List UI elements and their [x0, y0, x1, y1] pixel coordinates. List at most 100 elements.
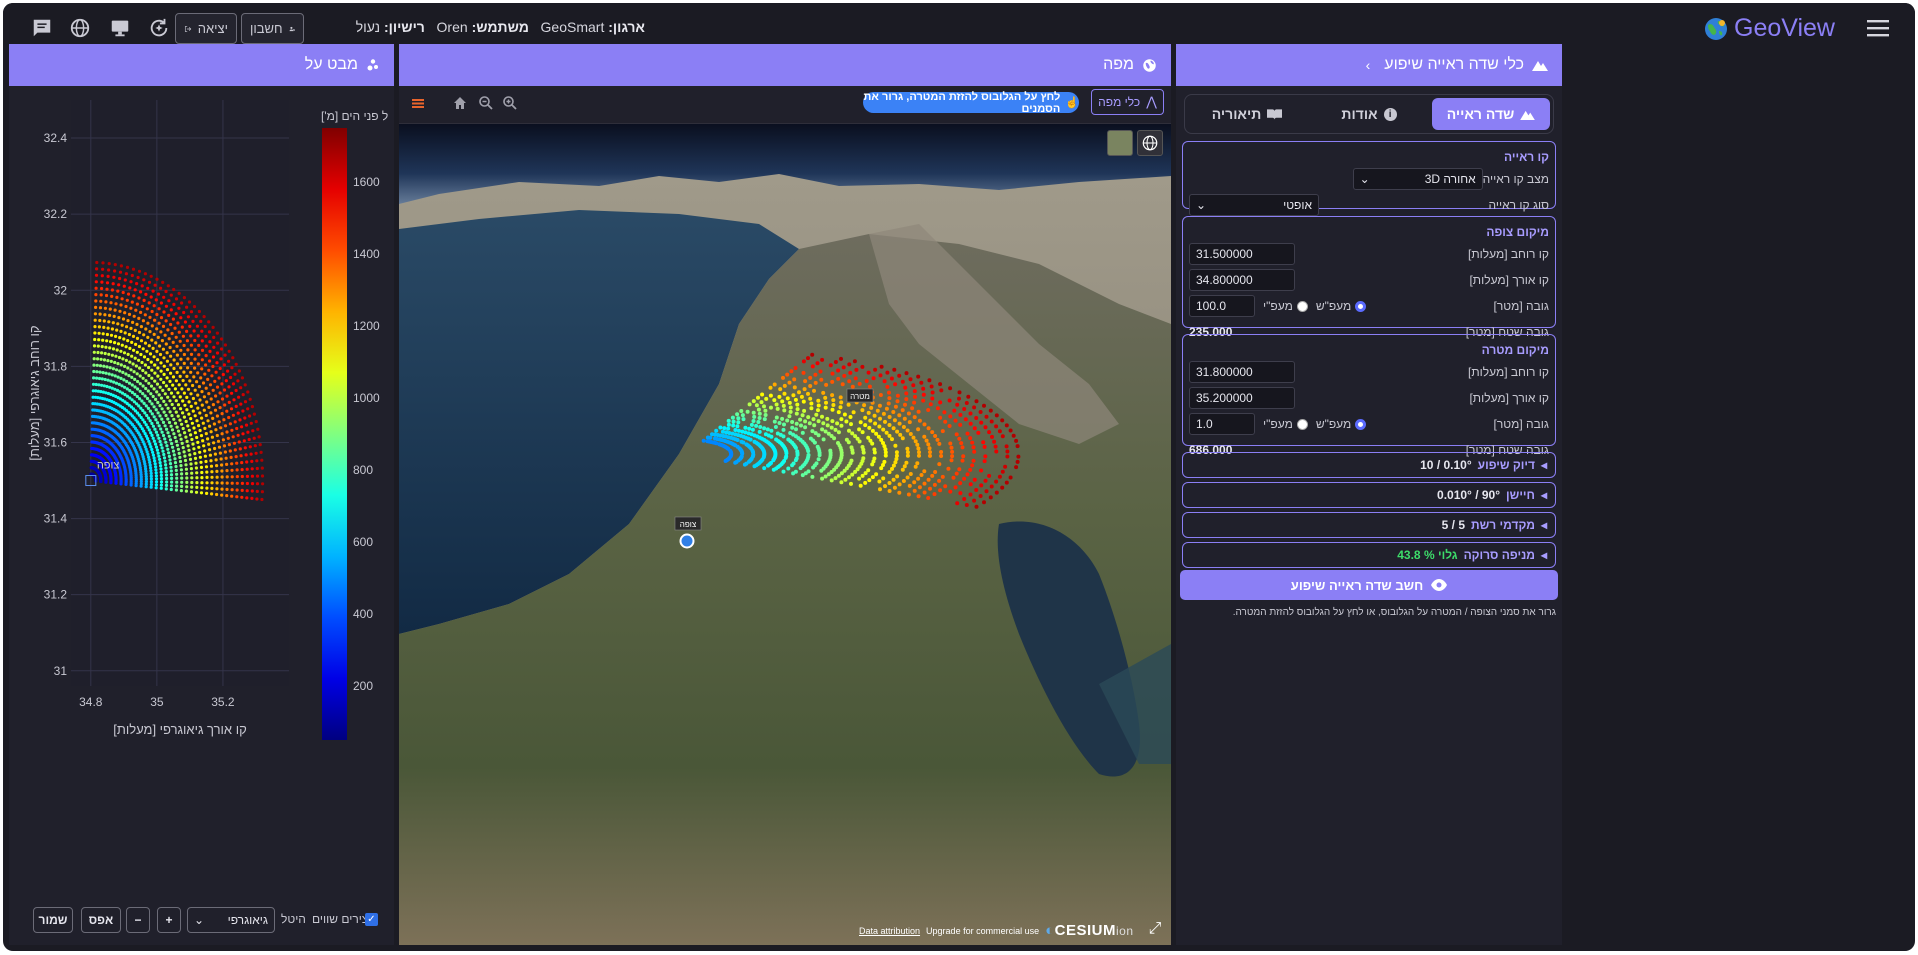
zoom-in-icon[interactable] — [502, 95, 518, 111]
language-globe-icon[interactable] — [67, 16, 93, 40]
projection-select[interactable]: ⌄ גיאוגרפי — [187, 907, 275, 933]
grid-collapsible[interactable]: ◂ מקדמי רשת 5 / 5 — [1182, 512, 1556, 538]
home-icon[interactable] — [452, 95, 468, 111]
observer-msl-radio[interactable]: מעפ"ש — [1316, 299, 1366, 313]
accuracy-collapsible[interactable]: ◂ דיוק שיפוע 0.10° / 10 — [1182, 452, 1556, 478]
scene-mode-globe-icon[interactable] — [1137, 130, 1163, 156]
viewshed-point — [938, 488, 942, 492]
zoom-out-button[interactable]: − — [126, 907, 150, 933]
cesium-logo[interactable]: ◐CESIUMion — [1045, 922, 1133, 939]
target-lat-input[interactable]: 31.800000 — [1189, 361, 1295, 383]
chevron-left-icon[interactable]: › — [1366, 57, 1371, 73]
observer-height-input[interactable]: 100.0 — [1189, 295, 1255, 317]
scatter-point — [160, 301, 163, 304]
observer-section: מיקום צופה קו רוחב [מעלות] 31.500000 קו … — [1182, 216, 1556, 328]
colorbar-title: ל פני הים [מ'] — [321, 109, 388, 123]
viewshed-point — [817, 433, 821, 437]
data-attribution-link[interactable]: Data attribution — [859, 926, 920, 936]
scatter-point — [207, 392, 210, 395]
los-section: קו ראייה מצב קו ראייה אחורה 3D ⌄ סוג קו … — [1182, 141, 1556, 209]
zoom-in-button[interactable]: + — [157, 907, 181, 933]
account-button[interactable]: חשבון — [241, 13, 304, 44]
scatter-point — [95, 287, 98, 290]
refresh-icon[interactable] — [146, 16, 172, 40]
scatter-point — [175, 469, 178, 472]
logout-button[interactable]: יציאה — [175, 13, 237, 44]
scatter-point — [135, 364, 138, 367]
viewshed-point — [891, 410, 895, 414]
viewshed-point — [775, 403, 779, 407]
scatter-point — [160, 487, 163, 490]
scan-collapsible[interactable]: ◂ מניפה סרוקה גלוי % 43.8 — [1182, 542, 1556, 568]
scatter-point — [172, 432, 175, 435]
imagery-picker-icon[interactable] — [1107, 130, 1133, 156]
scatter-point — [111, 354, 114, 357]
scatter-point — [99, 306, 102, 309]
viewshed-point — [731, 416, 735, 420]
equal-axes-checkbox[interactable]: ✓ — [365, 913, 378, 926]
scatter-point — [216, 332, 219, 335]
scatter-point — [170, 484, 173, 487]
viewshed-point — [865, 379, 869, 383]
hamburger-menu-icon[interactable] — [1867, 19, 1889, 37]
scatter-point — [192, 397, 195, 400]
target-agl-radio[interactable]: מעפ"י — [1263, 417, 1308, 431]
session-info: ארגון: GeoSmart משתמש: Oren רישיון: נעול — [356, 19, 645, 35]
observer-lon-input[interactable]: 34.800000 — [1189, 269, 1295, 291]
zoom-out-icon[interactable] — [478, 95, 494, 111]
viewshed-point — [731, 424, 735, 428]
map-tools-button[interactable]: ⋀ כלי מפה — [1091, 89, 1164, 115]
scatter-point — [106, 333, 109, 336]
scatter-point — [233, 373, 236, 376]
scatter-point — [178, 419, 181, 422]
observer-title: מיקום צופה — [1189, 225, 1549, 239]
viewshed-point — [897, 491, 901, 495]
scatter-point — [200, 390, 203, 393]
sensor-collapsible[interactable]: ◂ חיישן 90° / 0.010° — [1182, 482, 1556, 508]
scatter-point — [200, 491, 203, 494]
scatter-point — [229, 422, 232, 425]
map-credits: Data attribution Upgrade for commercial … — [859, 922, 1134, 939]
tab-about[interactable]: i אודות — [1310, 98, 1428, 130]
viewshed-point — [955, 501, 959, 505]
scatter-point — [214, 394, 217, 397]
target-lon-input[interactable]: 35.200000 — [1189, 387, 1295, 409]
monitor-icon[interactable] — [107, 16, 133, 40]
viewshed-point — [769, 406, 773, 410]
compute-viewshed-button[interactable]: חשב שדה ראייה שיפוע — [1180, 570, 1558, 600]
target-marker[interactable]: מטרה — [847, 389, 873, 402]
chat-icon[interactable] — [29, 16, 55, 40]
save-button[interactable]: שמור — [33, 907, 73, 933]
scatter-point — [181, 411, 184, 414]
scatter-point — [230, 495, 233, 498]
observer-agl-radio[interactable]: מעפ"י — [1263, 299, 1308, 313]
target-height-input[interactable]: 1.0 — [1189, 413, 1255, 435]
los-type-select[interactable]: אופטי ⌄ — [1189, 194, 1319, 216]
tab-theory[interactable]: תיאוריה — [1188, 98, 1306, 130]
viewshed-point — [892, 478, 896, 482]
tab-viewshed[interactable]: שדה ראייה — [1432, 98, 1550, 130]
scatter-point — [241, 468, 244, 471]
scatter-point — [166, 328, 169, 331]
scatter-point — [232, 382, 235, 385]
globe-3d-view[interactable]: מטרה צופה Data attribution Upgrade for c… — [399, 124, 1171, 945]
scatter-point — [195, 476, 198, 479]
layers-icon[interactable] — [411, 96, 425, 110]
terrain-scene[interactable]: מטרה צופה — [399, 124, 1171, 945]
scatter-point — [158, 414, 161, 417]
observer-lat-input[interactable]: 31.500000 — [1189, 243, 1295, 265]
viewshed-point — [921, 399, 925, 403]
scatter-point — [154, 284, 157, 287]
viewshed-point — [926, 496, 930, 500]
fullscreen-icon[interactable]: ⤢ — [1145, 919, 1165, 939]
topview-chart[interactable]: 34.8 35 35.23131.231.431.631.83232.232.4קו… — [9, 86, 394, 786]
scatter-point — [155, 474, 158, 477]
scatter-point — [172, 375, 175, 378]
scatter-point — [114, 263, 117, 266]
scatter-point — [118, 310, 121, 313]
viewshed-point — [948, 442, 952, 446]
los-mode-select[interactable]: אחורה 3D ⌄ — [1353, 168, 1483, 190]
scatter-point — [120, 264, 123, 267]
reset-button[interactable]: אפס — [81, 907, 121, 933]
target-msl-radio[interactable]: מעפ"ש — [1316, 417, 1366, 431]
